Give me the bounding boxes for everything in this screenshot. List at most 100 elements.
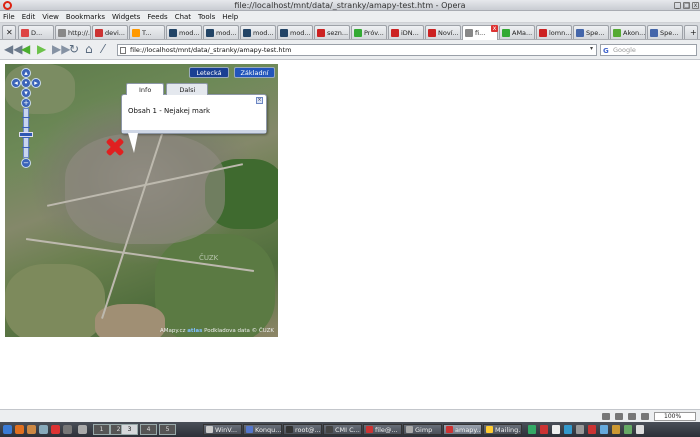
system-tray-icon[interactable] xyxy=(588,425,596,434)
taskbar-task[interactable]: root@... xyxy=(283,424,322,435)
search-input[interactable]: G Google xyxy=(600,44,697,56)
map-marker-icon[interactable] xyxy=(105,137,125,157)
tab-label: AMa... xyxy=(512,28,533,37)
taskbar-task[interactable]: Konqu... xyxy=(243,424,282,435)
menu-feeds[interactable]: Feeds xyxy=(147,13,167,21)
system-tray-icon[interactable] xyxy=(624,425,632,434)
taskbar-task[interactable]: WinV... xyxy=(203,424,242,435)
system-tray-icon[interactable] xyxy=(600,425,608,434)
menu-help[interactable]: Help xyxy=(222,13,238,21)
zoom-out-icon[interactable]: − xyxy=(21,158,31,168)
tab-menu-icon[interactable]: ✕ xyxy=(2,25,16,39)
rewind-icon[interactable]: ◀◀ xyxy=(4,43,22,56)
system-tray-icon[interactable] xyxy=(540,425,548,434)
fast-forward-icon[interactable]: ▶▶ xyxy=(52,43,70,56)
reload-icon[interactable]: ↻ xyxy=(69,43,79,56)
tab-close-icon[interactable]: x xyxy=(491,25,498,32)
menu-bookmarks[interactable]: Bookmarks xyxy=(66,13,105,21)
desktop-pager-1[interactable]: 1 xyxy=(93,424,110,435)
pan-center-icon[interactable]: • xyxy=(21,78,31,88)
bubble-tab-info[interactable]: Info xyxy=(126,83,165,95)
tab-item[interactable]: mod... xyxy=(240,25,276,39)
tab-item[interactable]: http://... xyxy=(55,25,91,39)
zoom-level-select[interactable]: 100% xyxy=(654,412,696,421)
map-type-aerial-button[interactable]: Letecká xyxy=(189,67,229,78)
tab-item[interactable]: mod... xyxy=(166,25,202,39)
menu-edit[interactable]: Edit xyxy=(22,13,36,21)
taskbar-task[interactable]: Gimp xyxy=(403,424,442,435)
menu-tools[interactable]: Tools xyxy=(198,13,215,21)
taskbar: 1 2 3 4 5 WinV... Konqu... root@... CMI C... file… xyxy=(0,422,700,437)
forward-icon[interactable]: ▶ xyxy=(37,43,46,56)
image-toggle-icon[interactable] xyxy=(615,413,623,420)
pan-left-icon[interactable]: ◂ xyxy=(11,78,21,88)
copyright-prefix[interactable]: AMapy.cz xyxy=(160,328,186,334)
speed-dial-icon[interactable] xyxy=(602,413,610,420)
tab-favicon-icon xyxy=(21,28,29,37)
maximize-icon[interactable]: □ xyxy=(683,2,690,9)
zoom-in-icon[interactable]: + xyxy=(21,98,31,108)
wand-icon[interactable]: ⁄ xyxy=(102,43,104,56)
home-folder-icon[interactable] xyxy=(15,425,24,434)
menu-view[interactable]: View xyxy=(42,13,59,21)
address-toolbar: ◀◀ ◀ ▶ ▶▶ ↻ ⌂ ⁄ file://localhost/mnt/dat… xyxy=(0,40,700,60)
menu-widgets[interactable]: Widgets xyxy=(112,13,140,21)
terminal-launcher-icon[interactable] xyxy=(63,425,72,434)
view-icon[interactable] xyxy=(628,413,636,420)
address-input[interactable]: file://localhost/mnt/data/_stranky/amapy… xyxy=(117,44,597,56)
map-type-basic-button[interactable]: Základní xyxy=(234,67,275,78)
address-dropdown-icon[interactable]: ▾ xyxy=(590,45,597,55)
desktop-pager-3[interactable]: 3 xyxy=(121,424,138,435)
system-tray-icon[interactable] xyxy=(528,425,536,434)
tab-item[interactable]: Spe... xyxy=(573,25,609,39)
tab-item[interactable]: iDN... xyxy=(388,25,424,39)
task-app-icon xyxy=(206,426,213,433)
menu-chat[interactable]: Chat xyxy=(175,13,191,21)
kde-menu-icon[interactable] xyxy=(3,425,12,434)
tab-item[interactable]: T... xyxy=(129,25,165,39)
tab-item[interactable]: Noví... xyxy=(425,25,461,39)
bubble-close-icon[interactable]: × xyxy=(256,97,263,104)
atlas-logo[interactable]: atlas xyxy=(187,328,202,334)
map-view[interactable]: ČUZK ▴ ◂ • ▸ ▾ + − Letecká Základní Info… xyxy=(5,64,278,337)
tab-item[interactable]: Próv... xyxy=(351,25,387,39)
bubble-tab-dalsi[interactable]: Dalsi xyxy=(166,83,209,95)
launcher-icon[interactable] xyxy=(78,425,87,434)
menu-file[interactable]: File xyxy=(3,13,15,21)
tab-item[interactable]: Spe... xyxy=(647,25,683,39)
zoom-slider-handle[interactable] xyxy=(19,132,33,137)
tab-label: devi... xyxy=(105,28,125,37)
tab-item[interactable]: devi... xyxy=(92,25,128,39)
system-tray-icon[interactable] xyxy=(552,425,560,434)
home-icon[interactable]: ⌂ xyxy=(85,43,93,56)
tab-item[interactable]: sezn... xyxy=(314,25,350,39)
back-icon[interactable]: ◀ xyxy=(21,43,30,56)
new-tab-button[interactable]: + xyxy=(684,25,698,39)
close-icon[interactable]: x xyxy=(692,2,699,9)
minimize-icon[interactable]: _ xyxy=(674,2,681,9)
tab-item[interactable]: AMa... xyxy=(499,25,535,39)
app-launcher-icon[interactable] xyxy=(27,425,36,434)
tab-item[interactable]: Akon... xyxy=(610,25,646,39)
system-tray-icon[interactable] xyxy=(612,425,620,434)
pan-down-icon[interactable]: ▾ xyxy=(21,88,31,98)
tab-item[interactable]: lomn... xyxy=(536,25,572,39)
tab-item[interactable]: D... xyxy=(18,25,54,39)
system-tray-icon[interactable] xyxy=(564,425,572,434)
page-settings-icon[interactable] xyxy=(641,413,649,420)
tab-label: fi... xyxy=(475,29,486,37)
taskbar-task[interactable]: Mailing... xyxy=(483,424,522,435)
taskbar-task[interactable]: file@... xyxy=(363,424,402,435)
opera-launcher-icon[interactable] xyxy=(51,425,60,434)
taskbar-task[interactable]: amapy... xyxy=(443,424,482,435)
desktop-pager-5[interactable]: 5 xyxy=(159,424,176,435)
tab-item[interactable]: mod... xyxy=(203,25,239,39)
pan-right-icon[interactable]: ▸ xyxy=(31,78,41,88)
system-tray-icon[interactable] xyxy=(576,425,584,434)
system-tray-icon[interactable] xyxy=(636,425,644,434)
desktop-pager-4[interactable]: 4 xyxy=(140,424,157,435)
tab-item[interactable]: mod... xyxy=(277,25,313,39)
taskbar-task[interactable]: CMI C... xyxy=(323,424,362,435)
network-icon[interactable] xyxy=(39,425,48,434)
pan-up-icon[interactable]: ▴ xyxy=(21,68,31,78)
